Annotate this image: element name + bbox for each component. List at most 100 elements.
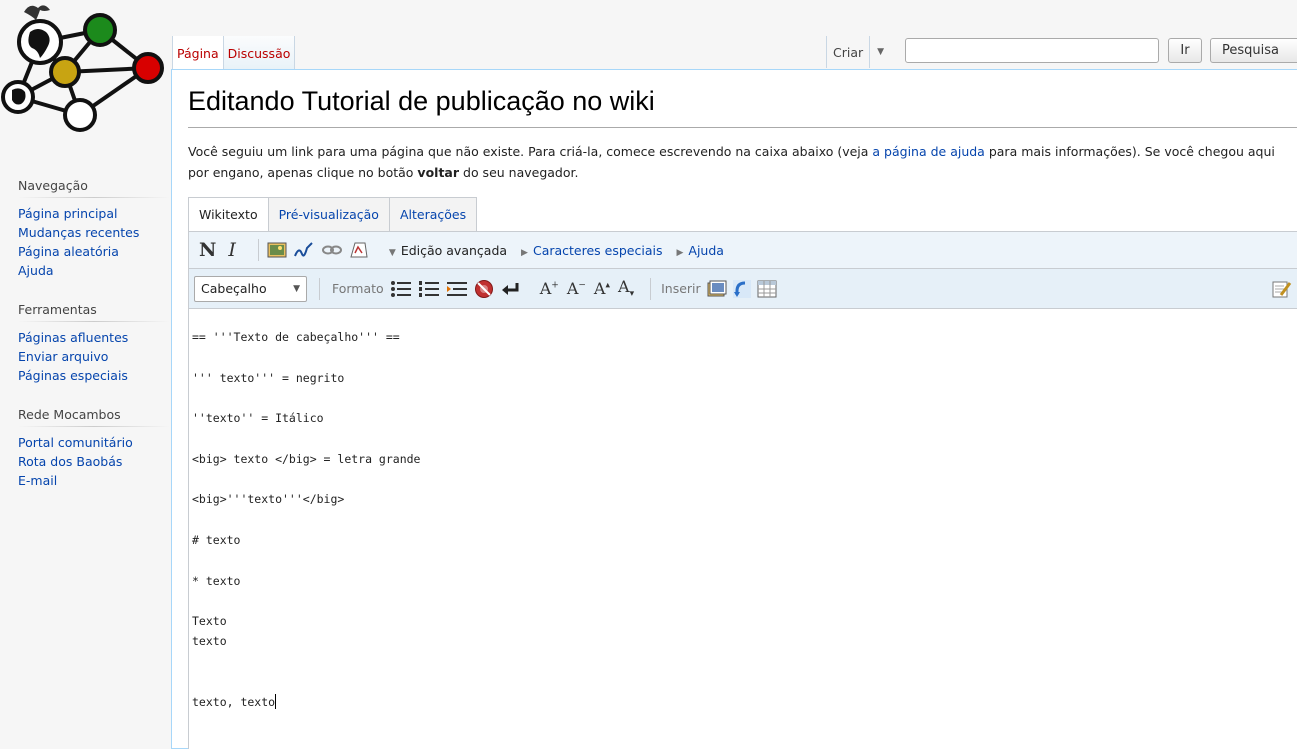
go-button[interactable]: Ir xyxy=(1168,38,1202,63)
indent-icon[interactable] xyxy=(446,280,468,298)
advanced-edit-toggle[interactable]: ▼ Edição avançada xyxy=(389,243,507,258)
advanced-edit-label: Edição avançada xyxy=(400,242,508,258)
tab-discussion[interactable]: Discussão xyxy=(222,36,296,70)
site-logo[interactable] xyxy=(0,0,170,140)
sidebar-item[interactable]: Ajuda xyxy=(18,261,170,280)
sidebar-item[interactable]: Portal comunitário xyxy=(18,433,170,452)
chevron-down-icon: ▼ xyxy=(293,283,300,294)
link-icon[interactable] xyxy=(321,244,343,256)
sidebar-section-title: Ferramentas xyxy=(18,302,170,322)
search-button[interactable]: Pesquisa xyxy=(1210,38,1297,63)
subscript-button[interactable]: A▾ xyxy=(618,277,634,299)
triangle-down-icon: ▼ xyxy=(388,247,396,258)
superscript-label: A xyxy=(593,279,606,298)
sidebar-item[interactable]: Rota dos Baobás xyxy=(18,452,170,471)
editor-line: texto xyxy=(192,634,227,649)
numbered-list-icon[interactable] xyxy=(418,280,440,298)
intro-text-part: Você seguiu um link para uma página que … xyxy=(188,144,873,159)
editor-line: ''' texto''' = negrito xyxy=(192,370,345,385)
bulleted-list-icon[interactable] xyxy=(390,280,412,298)
sidebar-item[interactable]: E-mail xyxy=(18,471,170,490)
signature-icon[interactable] xyxy=(293,241,315,259)
no-wiki-icon[interactable] xyxy=(474,279,494,299)
table-icon[interactable] xyxy=(757,280,777,298)
namespace-tabs: Página Discussão xyxy=(172,36,296,70)
editor-line: <big> texto </big> = letra grande xyxy=(192,451,421,466)
tab-page[interactable]: Página xyxy=(172,36,223,70)
editor-line: <big>'''texto'''</big> xyxy=(192,492,345,507)
superscript-button[interactable]: A▴ xyxy=(594,279,610,298)
editor-line: texto, texto xyxy=(192,694,277,710)
gallery-icon[interactable] xyxy=(707,280,727,298)
insert-image-icon[interactable] xyxy=(267,242,287,258)
tab-changes[interactable]: Alterações xyxy=(388,197,478,231)
search-button-label: Pesquisa xyxy=(1222,43,1279,58)
wikitext-textarea[interactable]: == '''Texto de cabeçalho''' == ''' texto'… xyxy=(188,309,1297,749)
big-text-label: A xyxy=(539,279,552,298)
tab-wikitext-label: Wikitexto xyxy=(199,207,258,222)
page-title: Editando Tutorial de publicação no wiki xyxy=(188,86,655,116)
help-toggle[interactable]: ▶ Ajuda xyxy=(676,243,723,258)
sidebar-item[interactable]: Mudanças recentes xyxy=(18,223,170,242)
sidebar-list: Portal comunitário Rota dos Baobás E-mail xyxy=(18,433,170,490)
special-chars-toggle[interactable]: ▶ Caracteres especiais xyxy=(521,243,662,258)
back-keyword: voltar xyxy=(417,165,460,180)
special-chars-label: Caracteres especiais xyxy=(532,242,663,258)
editor-line: ''texto'' = Itálico xyxy=(192,411,324,426)
editor-toolbar-advanced: Cabeçalho ▼ Formato A+ A− A▴ A▾ Inserir xyxy=(188,269,1297,309)
editor-line: # texto xyxy=(192,532,241,547)
sidebar-section-title: Navegação xyxy=(18,178,170,198)
big-text-button[interactable]: A+ xyxy=(540,279,559,298)
text-cursor xyxy=(275,694,277,710)
search-replace-icon[interactable] xyxy=(1271,279,1293,299)
chevron-down-icon: ▼ xyxy=(877,47,885,57)
sidebar-item[interactable]: Enviar arquivo xyxy=(18,347,170,366)
sidebar-section: Navegação Página principal Mudanças recent… xyxy=(18,178,170,280)
heading-select[interactable]: Cabeçalho ▼ xyxy=(194,275,307,302)
search-input[interactable] xyxy=(905,38,1159,63)
redirect-icon[interactable] xyxy=(732,279,751,298)
title-divider xyxy=(188,127,1297,128)
sidebar-list: Páginas afluentes Enviar arquivo Páginas e… xyxy=(18,328,170,385)
line-break-icon[interactable] xyxy=(500,281,520,297)
triangle-right-icon: ▶ xyxy=(676,247,684,258)
tab-create[interactable]: Criar xyxy=(826,36,869,68)
toolbar-divider xyxy=(257,239,259,261)
insert-label: Inserir xyxy=(661,281,701,296)
embedded-file-icon[interactable] xyxy=(349,241,369,259)
more-actions-dropdown[interactable]: ▼ xyxy=(869,36,891,68)
editor-toolbar-main: N I ▼ Edição avançada ▶ Caracteres especia… xyxy=(188,231,1297,269)
intro-text: Você seguiu um link para uma página que … xyxy=(188,141,1297,183)
content-area: Editando Tutorial de publicação no wiki … xyxy=(171,69,1297,749)
format-label: Formato xyxy=(332,281,384,296)
help-page-link[interactable]: a página de ajuda xyxy=(872,144,984,159)
italic-button[interactable]: I xyxy=(228,239,236,261)
sidebar-section: Ferramentas Páginas afluentes Enviar arqui… xyxy=(18,302,170,385)
tab-preview[interactable]: Pré-visualização xyxy=(267,197,390,231)
tab-wikitext[interactable]: Wikitexto xyxy=(188,197,269,231)
sidebar-item[interactable]: Páginas especiais xyxy=(18,366,170,385)
sidebar-item[interactable]: Páginas afluentes xyxy=(18,328,170,347)
go-button-label: Ir xyxy=(1180,43,1190,58)
tab-changes-label: Alterações xyxy=(399,207,467,222)
tab-page-label: Página xyxy=(177,46,219,61)
sidebar-item[interactable]: Página aleatória xyxy=(18,242,170,261)
sidebar: Navegação Página principal Mudanças recent… xyxy=(18,178,170,512)
editor-line: == '''Texto de cabeçalho''' == xyxy=(192,330,400,344)
sidebar-item[interactable]: Página principal xyxy=(18,204,170,223)
bold-button[interactable]: N xyxy=(199,239,216,261)
editor-tabs: Wikitexto Pré-visualização Alterações xyxy=(188,197,478,231)
tab-discussion-label: Discussão xyxy=(227,46,291,61)
intro-text-part: do seu navegador. xyxy=(459,165,579,180)
sidebar-list: Página principal Mudanças recentes Página … xyxy=(18,204,170,280)
small-text-button[interactable]: A− xyxy=(567,279,586,298)
